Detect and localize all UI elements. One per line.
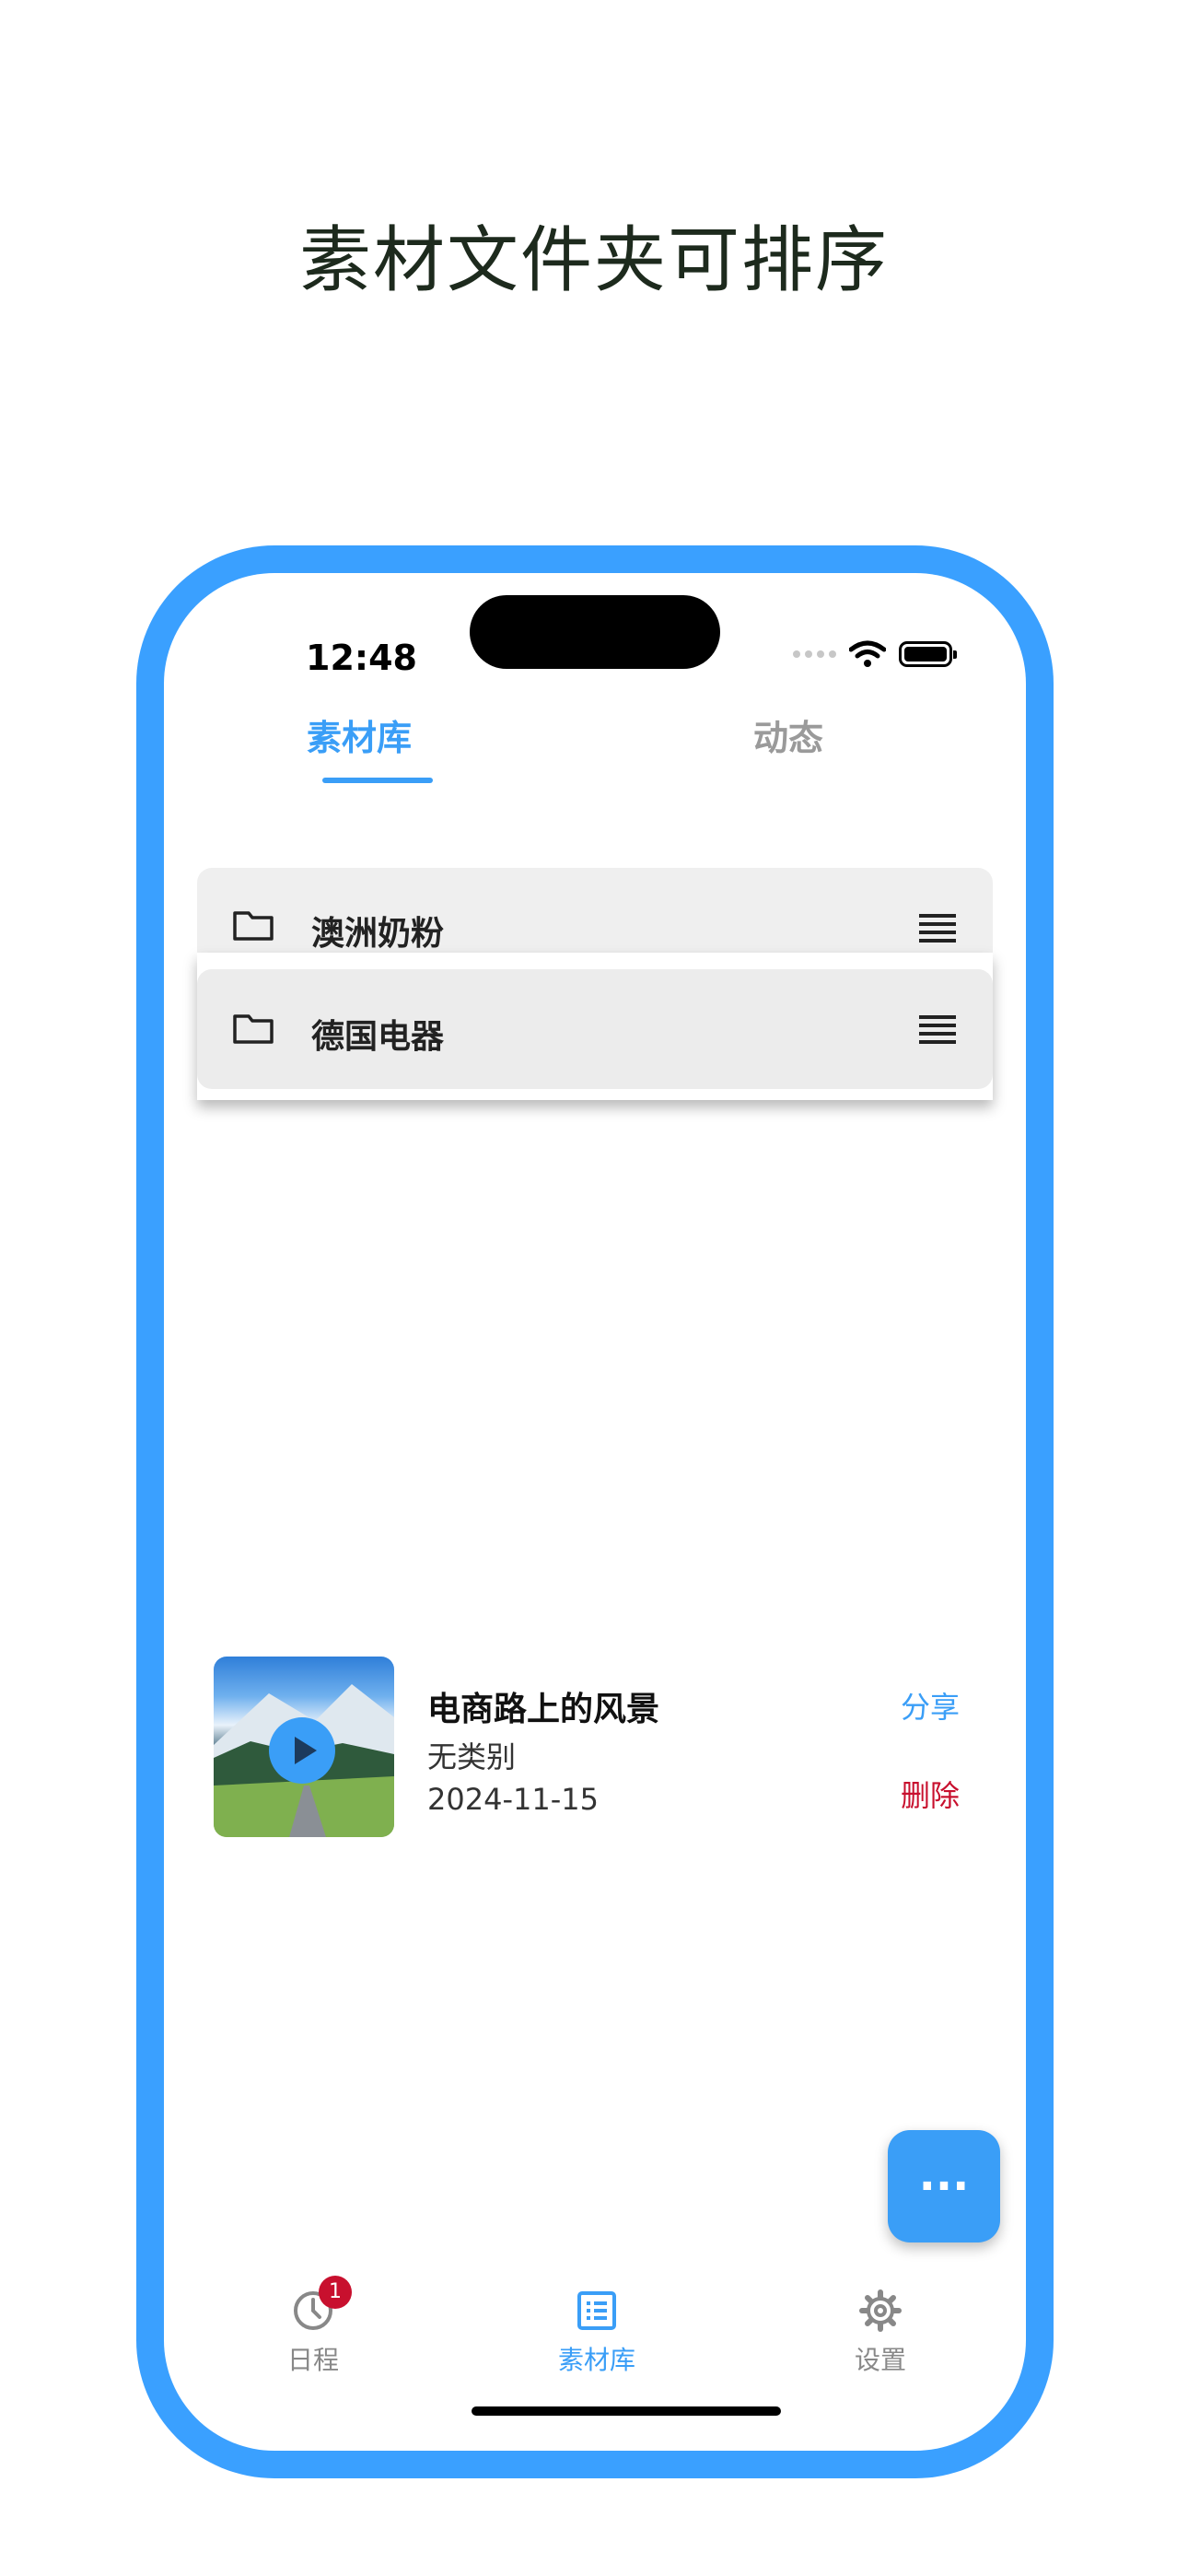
folder-label: 德国电器 — [311, 1018, 445, 1056]
media-date: 2024-11-15 — [427, 1782, 599, 1817]
home-indicator — [472, 2406, 781, 2416]
cellular-signal-icon — [793, 650, 836, 658]
dynamic-island — [470, 595, 720, 669]
folder-icon — [233, 911, 274, 941]
active-tab-indicator — [322, 778, 433, 783]
nav-label: 素材库 — [557, 2345, 635, 2375]
gear-icon — [858, 2289, 903, 2333]
more-actions-button[interactable]: ··· — [888, 2130, 1000, 2242]
battery-icon — [899, 641, 957, 667]
folder-label: 澳洲奶粉 — [311, 915, 445, 953]
tab-activity[interactable]: 动态 — [696, 709, 880, 760]
tab-material-library[interactable]: 素材库 — [267, 709, 451, 760]
video-thumbnail[interactable] — [214, 1657, 394, 1837]
nav-label: 日程 — [286, 2345, 339, 2375]
notification-badge: 1 — [319, 2276, 352, 2309]
nav-item-settings[interactable]: 设置 — [807, 2289, 954, 2377]
media-category: 无类别 — [427, 1739, 517, 1774]
media-list-item[interactable]: 电商路上的风景 无类别 2024-11-15 分享 删除 — [214, 1657, 960, 1841]
folder-row-dragging[interactable]: 德国电器 — [197, 969, 993, 1089]
folder-icon — [233, 1014, 274, 1044]
nav-label: 设置 — [854, 2345, 906, 2375]
drag-handle-icon[interactable] — [919, 914, 956, 943]
share-button[interactable]: 分享 — [901, 1684, 960, 1727]
nav-item-material-library[interactable]: 素材库 — [523, 2289, 670, 2377]
drag-handle-icon[interactable] — [919, 1015, 956, 1044]
nav-item-schedule[interactable]: 1 日程 — [239, 2276, 387, 2377]
status-time: 12:48 — [306, 638, 417, 678]
media-title: 电商路上的风景 — [427, 1691, 660, 1728]
wifi-icon — [849, 640, 886, 667]
phone-frame: 12:48 素材库 动态 澳洲奶粉 德国电器 电商路上的风景 无类别 2024-… — [136, 545, 1054, 2478]
more-dots-icon: ··· — [918, 2160, 970, 2212]
play-icon[interactable] — [269, 1717, 335, 1784]
clock-icon: 1 — [291, 2276, 352, 2333]
page-headline: 素材文件夹可排序 — [298, 219, 889, 302]
phone-screen: 12:48 素材库 动态 澳洲奶粉 德国电器 电商路上的风景 无类别 2024-… — [164, 573, 1026, 2451]
delete-button[interactable]: 删除 — [901, 1773, 960, 1815]
status-icons — [793, 634, 957, 674]
list-icon — [575, 2289, 619, 2333]
